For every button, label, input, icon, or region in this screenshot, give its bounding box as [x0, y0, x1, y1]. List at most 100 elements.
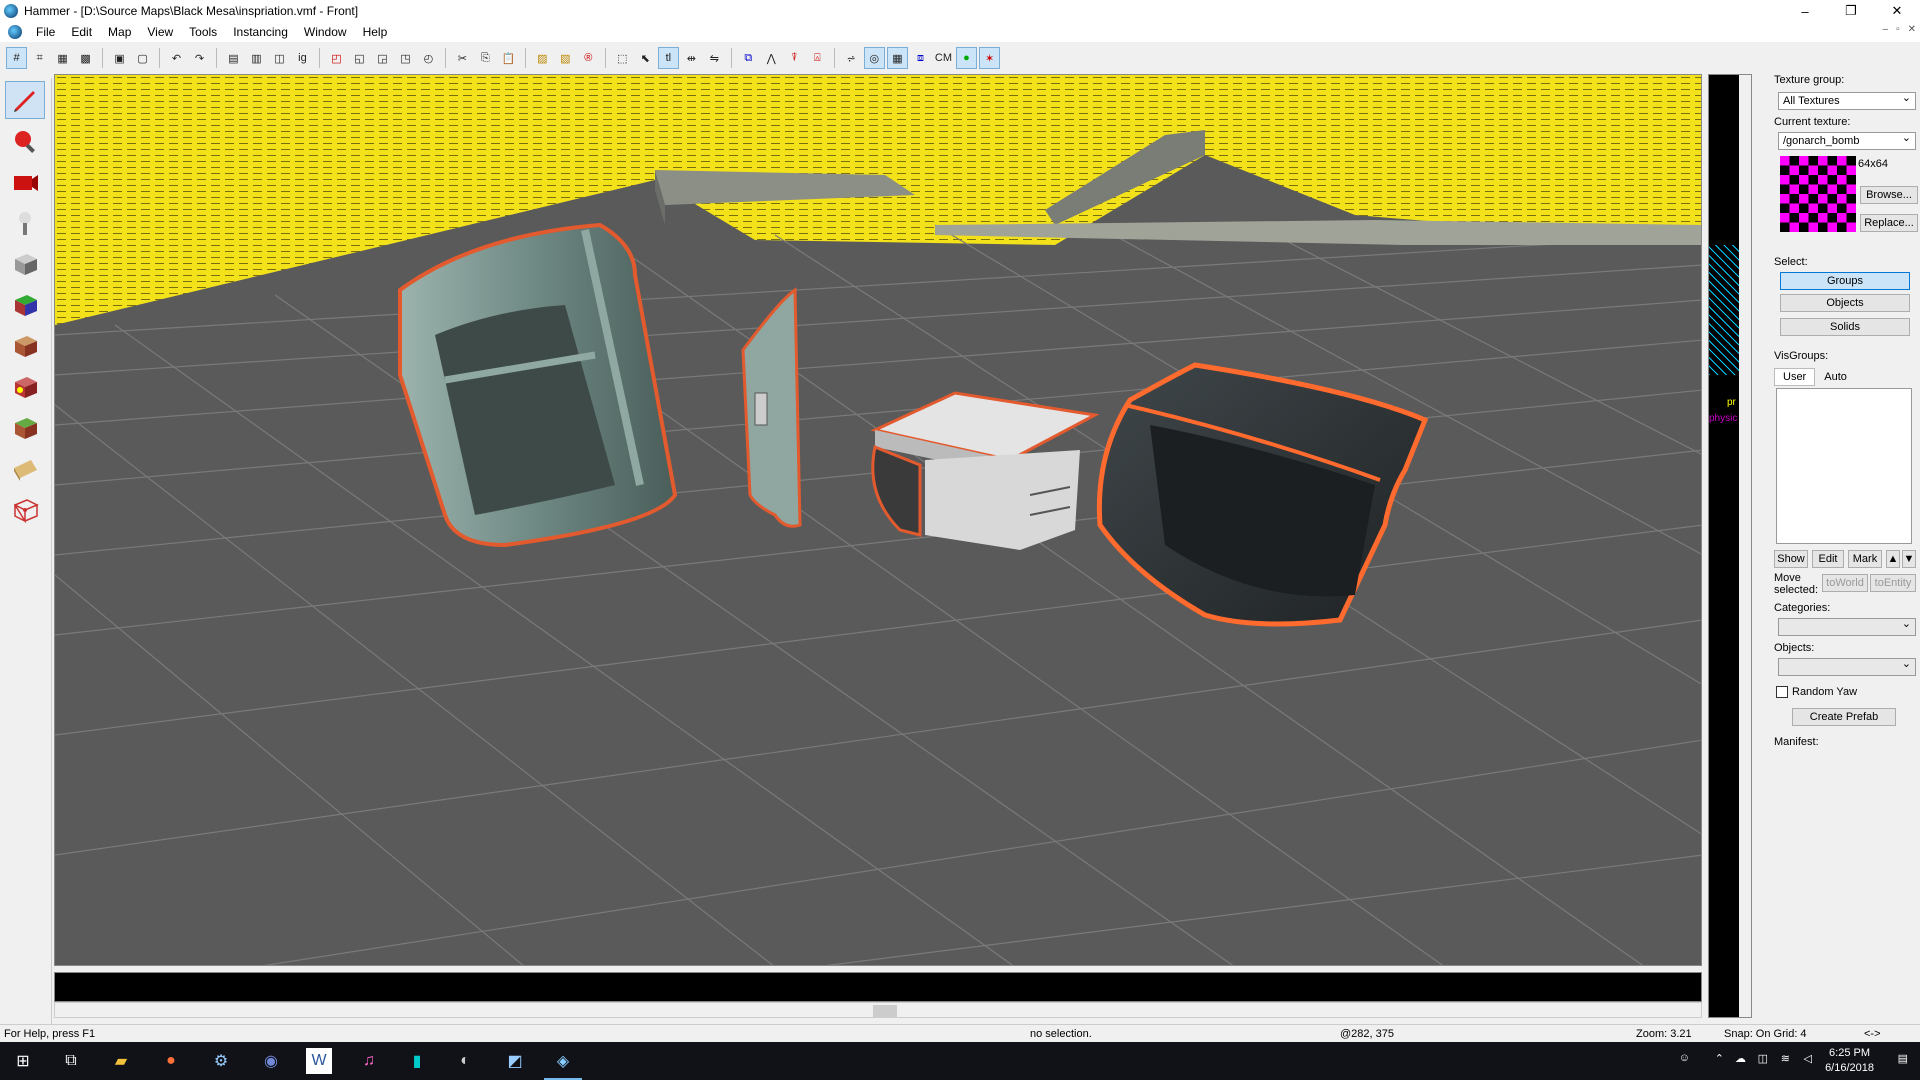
windows-start-icon[interactable]: ⊞: [10, 1048, 36, 1074]
toggle-selection-icon[interactable]: ◰: [326, 47, 347, 69]
to-entity-button[interactable]: toEntity: [1870, 574, 1916, 592]
create-prefab-button[interactable]: Create Prefab: [1792, 708, 1896, 726]
mdi-restore-button[interactable]: ▫: [1896, 24, 1900, 35]
horizontal-scrollbar[interactable]: [54, 1002, 1702, 1018]
network-icon[interactable]: ◫: [1758, 1052, 1768, 1065]
select-solids-button[interactable]: Solids: [1780, 318, 1910, 336]
vertex-tool-icon[interactable]: [5, 491, 45, 529]
game-icon[interactable]: ◐: [452, 1048, 478, 1074]
tab-user[interactable]: User: [1774, 368, 1816, 386]
entity-report-icon[interactable]: ⍒: [784, 47, 805, 69]
people-icon[interactable]: ☺: [1679, 1052, 1690, 1064]
desk-model[interactable]: [870, 391, 1100, 550]
onedrive-icon[interactable]: ☁: [1735, 1052, 1746, 1065]
check-problems-icon[interactable]: ⋀: [761, 47, 782, 69]
select-objects-button[interactable]: Objects: [1780, 294, 1910, 312]
categories-select[interactable]: [1778, 617, 1916, 636]
map-info-icon[interactable]: ⍓: [807, 47, 828, 69]
camera-tool-icon[interactable]: [5, 163, 45, 201]
mdi-close-button[interactable]: ✕: [1908, 24, 1916, 35]
carve-icon[interactable]: ▣: [109, 47, 130, 69]
browse-button[interactable]: Browse...: [1860, 186, 1918, 204]
helpers-icon[interactable]: ⩫: [841, 47, 862, 69]
close-button[interactable]: ✕: [1874, 0, 1920, 22]
2d-side-view[interactable]: physic pr: [1708, 74, 1752, 1018]
menu-view[interactable]: View: [139, 22, 181, 42]
texture-scale-lock-icon[interactable]: ▧: [555, 47, 576, 69]
maximize-button[interactable]: ❐: [1828, 0, 1874, 22]
cordon-mode-button[interactable]: CM: [933, 47, 954, 69]
locker-model[interactable]: [398, 222, 678, 548]
volume-icon[interactable]: ◁: [1804, 1052, 1812, 1065]
magnify-tool-icon[interactable]: [5, 122, 45, 160]
file-explorer-icon[interactable]: ▰: [108, 1048, 134, 1074]
menu-help[interactable]: Help: [355, 22, 396, 42]
tray-chevron-icon[interactable]: ⌃: [1715, 1052, 1724, 1065]
minimize-button[interactable]: –: [1782, 0, 1828, 22]
to-world-button[interactable]: toWorld: [1822, 574, 1868, 592]
undo-icon[interactable]: ↶: [166, 47, 187, 69]
models-2d-icon[interactable]: ◎: [863, 47, 885, 69]
copy-icon[interactable]: ⎘: [475, 47, 496, 69]
3d-viewport[interactable]: [54, 74, 1702, 966]
hammer-app-icon[interactable]: [4, 4, 18, 18]
ungroup-icon[interactable]: ▥: [246, 47, 267, 69]
apply-texture-icon[interactable]: [5, 327, 45, 365]
decal-tool-icon[interactable]: [5, 368, 45, 406]
notes-icon[interactable]: ◩: [502, 1048, 528, 1074]
2d-bottom-view[interactable]: [54, 972, 1702, 1002]
align-icon[interactable]: ⇹: [681, 47, 702, 69]
menu-window[interactable]: Window: [296, 22, 355, 42]
taskbar-clock[interactable]: 6:25 PM 6/16/2018: [1825, 1046, 1874, 1076]
radius-culling-icon[interactable]: ®: [578, 47, 599, 69]
menu-map[interactable]: Map: [100, 22, 139, 42]
group-icon[interactable]: ▤: [223, 47, 244, 69]
run-map-icon[interactable]: ●: [955, 47, 978, 69]
vertical-scrollbar[interactable]: [1739, 75, 1751, 1017]
texture-tool-icon[interactable]: [5, 286, 45, 324]
grid-larger-icon[interactable]: ▩: [75, 47, 96, 69]
flip-h-icon[interactable]: ◳: [395, 47, 416, 69]
select-cursor-icon[interactable]: ⬉: [635, 47, 656, 69]
hide-icon[interactable]: ◫: [269, 47, 290, 69]
visgroups-list[interactable]: [1776, 388, 1912, 544]
steam-icon[interactable]: ⚙: [208, 1048, 234, 1074]
hammer-taskbar-icon[interactable]: ◈: [544, 1048, 582, 1080]
block-tool-icon[interactable]: [5, 245, 45, 283]
tl-icon[interactable]: tl: [657, 47, 679, 69]
menu-tools[interactable]: Tools: [181, 22, 225, 42]
scrollbar-thumb[interactable]: [873, 1005, 897, 1017]
app-icon[interactable]: ▮: [404, 1048, 430, 1074]
clipping-tool-icon[interactable]: [5, 450, 45, 488]
selection-tool-icon[interactable]: [5, 81, 45, 119]
menu-file[interactable]: File: [28, 22, 63, 42]
paste-icon[interactable]: 📋: [498, 47, 519, 69]
move-down-icon[interactable]: ▼: [1902, 550, 1916, 568]
overlay-tool-icon[interactable]: [5, 409, 45, 447]
compile-icon[interactable]: ⧉: [738, 47, 759, 69]
current-texture-select[interactable]: /gonarch_bomb: [1778, 131, 1916, 150]
move-to-world-icon[interactable]: ◲: [372, 47, 393, 69]
firefox-icon[interactable]: ●: [158, 1048, 184, 1074]
mark-button[interactable]: Mark: [1848, 550, 1882, 568]
random-yaw-checkbox[interactable]: [1776, 686, 1788, 698]
flip-icon[interactable]: ⇋: [704, 47, 725, 69]
move-up-icon[interactable]: ▲: [1886, 550, 1900, 568]
select-groups-button[interactable]: Groups: [1780, 272, 1910, 290]
connections-icon[interactable]: ⧈: [910, 47, 931, 69]
wifi-icon[interactable]: ≋: [1781, 1052, 1790, 1065]
ignore-groups-icon[interactable]: ig: [292, 47, 313, 69]
grid-toggle-icon[interactable]: #: [6, 47, 28, 69]
document-icon[interactable]: [8, 25, 22, 39]
grid-3d-icon[interactable]: ⌗: [29, 47, 50, 69]
itunes-icon[interactable]: ♫: [356, 1048, 382, 1074]
replace-button[interactable]: Replace...: [1860, 214, 1918, 232]
hollow-icon[interactable]: ▢: [132, 47, 153, 69]
grid-smaller-icon[interactable]: ▦: [52, 47, 73, 69]
flip-v-icon[interactable]: ◴: [418, 47, 439, 69]
word-icon[interactable]: W: [306, 1048, 332, 1074]
show-button[interactable]: Show: [1774, 550, 1808, 568]
particles-icon[interactable]: ✶: [979, 47, 1001, 69]
task-view-icon[interactable]: ⧉: [58, 1048, 84, 1074]
tab-auto[interactable]: Auto: [1815, 368, 1856, 386]
